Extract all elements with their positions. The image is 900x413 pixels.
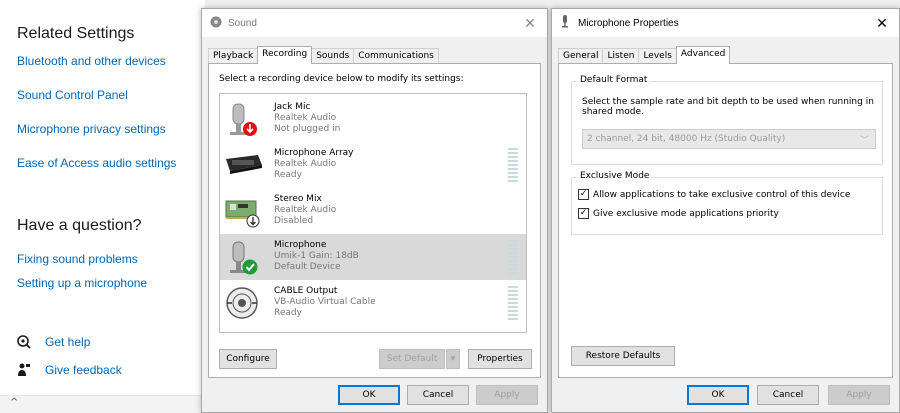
set-default-button[interactable]: Set Default <box>379 349 445 369</box>
level-meter <box>508 240 518 274</box>
format-select-value: 2 channel, 24 bit, 48000 Hz (Studio Qual… <box>587 134 786 144</box>
device-name: Microphone <box>274 240 327 250</box>
cancel-button[interactable]: Cancel <box>757 385 819 405</box>
sound-tabs: Playback Recording Sounds Communications <box>208 46 439 64</box>
mic-props-titlebar: Microphone Properties ✕ <box>552 9 899 37</box>
device-status: Not plugged in <box>274 124 341 134</box>
speaker-icon <box>210 16 222 31</box>
device-list: Jack Mic Realtek Audio Not plugged in Mi… <box>219 93 527 333</box>
default-format-legend: Default Format <box>578 75 650 85</box>
give-feedback-label: Give feedback <box>45 363 122 377</box>
device-status: Default Device <box>274 262 341 272</box>
have-question-title: Have a question? <box>17 217 142 234</box>
exclusive-mode-legend: Exclusive Mode <box>578 171 652 181</box>
microphone-icon <box>224 237 264 277</box>
device-status: Ready <box>274 308 302 318</box>
apply-button[interactable]: Apply <box>828 385 890 405</box>
exclusive-mode-group: Exclusive Mode ✓ Allow applications to t… <box>571 171 883 235</box>
setting-up-mic-link[interactable]: Setting up a microphone <box>17 276 147 290</box>
tab-advanced[interactable]: Advanced <box>675 46 731 64</box>
sound-title: Sound <box>228 17 257 29</box>
restore-defaults-button[interactable]: Restore Defaults <box>571 346 675 366</box>
microphone-icon <box>560 15 570 31</box>
ease-of-access-audio-link[interactable]: Ease of Access audio settings <box>17 156 176 170</box>
sound-card-icon <box>224 191 264 231</box>
mic-props-title: Microphone Properties <box>578 17 679 29</box>
tab-listen[interactable]: Listen <box>602 48 640 64</box>
cancel-button[interactable]: Cancel <box>407 385 469 405</box>
device-driver: VB-Audio Virtual Cable <box>274 297 376 307</box>
close-icon[interactable]: ✕ <box>513 9 547 37</box>
exclusive-allow-label: Allow applications to take exclusive con… <box>593 189 851 200</box>
device-driver: Realtek Audio <box>274 159 337 169</box>
device-name: Jack Mic <box>274 102 311 112</box>
advanced-panel: Default Format Select the sample rate an… <box>558 63 893 378</box>
tab-recording[interactable]: Recording <box>257 46 313 64</box>
device-jack-mic[interactable]: Jack Mic Realtek Audio Not plugged in <box>220 96 526 142</box>
instruction-text: Select a recording device below to modif… <box>219 74 464 84</box>
virtual-cable-icon <box>224 283 264 323</box>
feedback-person-icon <box>17 362 45 378</box>
device-driver: Umik-1 Gain: 18dB <box>274 251 359 261</box>
checkmark-icon: ✓ <box>578 189 589 200</box>
apply-button[interactable]: Apply <box>476 385 538 405</box>
related-settings-title: Related Settings <box>17 25 135 42</box>
tab-communications[interactable]: Communications <box>353 48 439 64</box>
format-select[interactable]: 2 channel, 24 bit, 48000 Hz (Studio Qual… <box>582 129 876 149</box>
default-format-description: Select the sample rate and bit depth to … <box>582 97 874 117</box>
device-name: Stereo Mix <box>274 194 322 204</box>
sound-titlebar: Sound ✕ <box>202 9 547 37</box>
settings-panel: Related Settings Bluetooth and other dev… <box>0 0 205 413</box>
microphone-properties-dialog: Microphone Properties ✕ General Listen L… <box>551 8 900 413</box>
device-stereo-mix[interactable]: Stereo Mix Realtek Audio Disabled <box>220 188 526 234</box>
get-help-label: Get help <box>45 335 91 349</box>
device-name: CABLE Output <box>274 286 338 296</box>
checkmark-icon: ✓ <box>578 208 589 219</box>
device-microphone-array[interactable]: Microphone Array Realtek Audio Ready <box>220 142 526 188</box>
device-driver: Realtek Audio <box>274 205 337 215</box>
taskbar-strip: ^ <box>0 395 205 413</box>
give-feedback-link[interactable]: Give feedback <box>17 362 122 378</box>
microphone-privacy-link[interactable]: Microphone privacy settings <box>17 122 166 136</box>
chevron-down-icon: ﹀ <box>859 136 869 146</box>
tab-sounds[interactable]: Sounds <box>311 48 355 64</box>
device-status: Ready <box>274 170 302 180</box>
default-format-group: Default Format Select the sample rate an… <box>571 75 883 165</box>
tab-playback[interactable]: Playback <box>208 48 259 64</box>
get-help-link[interactable]: Get help <box>17 334 90 350</box>
fixing-sound-link[interactable]: Fixing sound problems <box>17 252 138 266</box>
device-name: Microphone Array <box>274 148 354 158</box>
chevron-up-icon[interactable]: ^ <box>10 397 18 408</box>
microphone-icon <box>224 99 264 139</box>
exclusive-priority-label: Give exclusive mode applications priorit… <box>593 208 779 219</box>
device-driver: Realtek Audio <box>274 113 337 123</box>
mic-props-tabs: General Listen Levels Advanced <box>558 46 731 64</box>
bluetooth-link[interactable]: Bluetooth and other devices <box>17 54 166 68</box>
sound-control-panel-link[interactable]: Sound Control Panel <box>17 88 128 102</box>
exclusive-priority-checkbox[interactable]: ✓ Give exclusive mode applications prior… <box>578 208 779 219</box>
device-cable-output[interactable]: CABLE Output VB-Audio Virtual Cable Read… <box>220 280 526 326</box>
sound-dialog: Sound ✕ Playback Recording Sounds Commun… <box>201 8 548 413</box>
tab-levels[interactable]: Levels <box>638 48 677 64</box>
exclusive-allow-checkbox[interactable]: ✓ Allow applications to take exclusive c… <box>578 189 850 200</box>
tab-general[interactable]: General <box>558 48 604 64</box>
properties-button[interactable]: Properties <box>468 349 532 369</box>
level-meter <box>508 148 518 182</box>
recording-panel: Select a recording device below to modif… <box>208 63 541 378</box>
help-chat-icon <box>17 334 45 350</box>
device-microphone[interactable]: Microphone Umik-1 Gain: 18dB Default Dev… <box>220 234 526 280</box>
ok-button[interactable]: OK <box>687 385 749 405</box>
ok-button[interactable]: OK <box>338 385 400 405</box>
set-default-dropdown[interactable]: ▾ <box>446 349 460 369</box>
level-meter <box>508 286 518 320</box>
configure-button[interactable]: Configure <box>219 349 277 369</box>
device-status: Disabled <box>274 216 314 226</box>
microphone-array-icon <box>224 145 264 185</box>
chevron-down-icon: ▾ <box>450 354 456 364</box>
close-icon[interactable]: ✕ <box>865 9 899 37</box>
